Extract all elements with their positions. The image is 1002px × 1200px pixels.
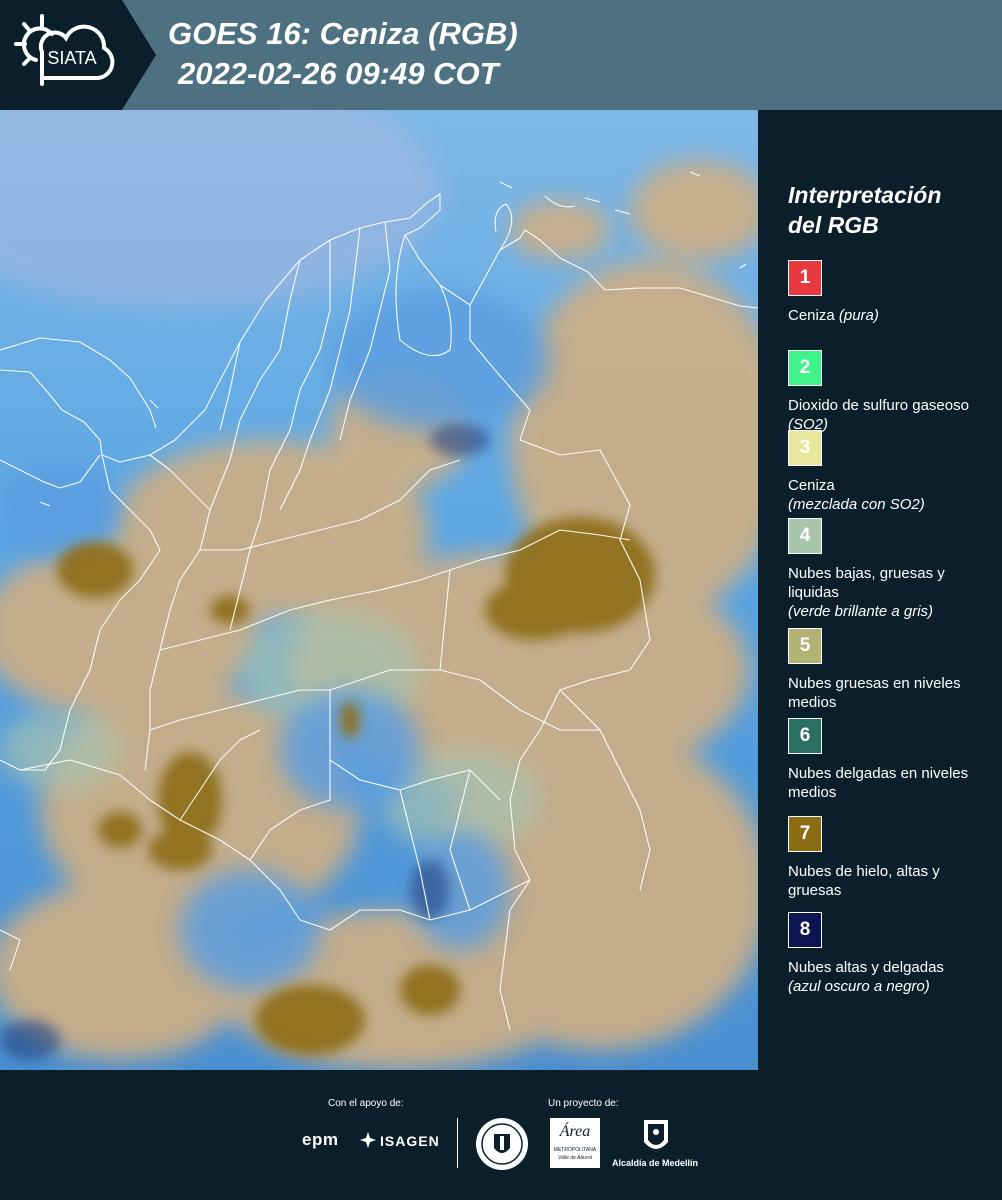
legend-label-note: (verde brillante a gris) — [788, 603, 934, 620]
legend-label-text: Ceniza — [788, 307, 839, 324]
legend-item: 3 Ceniza (mezclada con SO2) — [788, 430, 993, 514]
legend-label: Nubes gruesas en niveles medios — [788, 674, 993, 712]
legend-title-line-2: del RGB — [788, 212, 879, 238]
university-seal-icon — [476, 1118, 528, 1170]
title-block: GOES 16: Ceniza (RGB) 2022-02-26 09:49 C… — [168, 14, 518, 94]
legend-swatch: 8 — [788, 912, 822, 948]
legend-label-note: (azul oscuro a negro) — [788, 978, 930, 995]
area-logo-valle: Valle de Aburrá — [557, 1155, 593, 1161]
legend-label-text: Dioxido de sulfuro gaseoso — [788, 397, 969, 414]
legend-item: 5 Nubes gruesas en niveles medios — [788, 628, 993, 712]
legend-label-text: Ceniza — [788, 477, 835, 494]
legend-panel: Interpretación del RGB 1 Ceniza (pura) 2 Di… — [766, 110, 1002, 1070]
page-title: GOES 16: Ceniza (RGB) — [168, 16, 518, 51]
legend-swatch: 4 — [788, 518, 822, 554]
legend-label: Nubes de hielo, altas y gruesas — [788, 862, 993, 900]
satellite-map[interactable] — [0, 110, 758, 1070]
area-logo-sub: METROPOLITANA — [553, 1147, 597, 1153]
header-bar: SIATA GOES 16: Ceniza (RGB) 2022-02-26 0… — [0, 0, 1002, 110]
legend-label: Dioxido de sulfuro gaseoso (SO2) — [788, 396, 993, 434]
legend-item: 4 Nubes bajas, gruesas y liquidas (verde b… — [788, 518, 993, 621]
legend-label: Nubes altas y delgadas (azul oscuro a neg… — [788, 958, 993, 996]
legend-swatch: 6 — [788, 718, 822, 754]
legend-label-text: Nubes gruesas en niveles medios — [788, 675, 961, 711]
isagen-logo: ISAGEN — [380, 1133, 440, 1149]
legend-swatch: 2 — [788, 350, 822, 386]
legend-item: 7 Nubes de hielo, altas y gruesas — [788, 816, 993, 900]
area-metropolitana-logo: Área METROPOLITANA Valle de Aburrá — [550, 1118, 600, 1168]
legend-label-text: Nubes bajas, gruesas y liquidas — [788, 565, 945, 601]
legend-label-text: Nubes altas y delgadas — [788, 959, 944, 976]
legend-swatch: 3 — [788, 430, 822, 466]
legend-label-text: Nubes delgadas en niveles medios — [788, 765, 969, 801]
isagen-star-icon — [360, 1132, 376, 1148]
area-logo-main: Área — [559, 1123, 591, 1140]
footer-divider — [457, 1118, 458, 1168]
project-label: Un proyecto de: — [548, 1098, 619, 1109]
legend-swatch: 1 — [788, 260, 822, 296]
page-datetime: 2022-02-26 09:49 COT — [178, 56, 499, 91]
alcaldia-logo-text: Alcaldía de Medellín — [612, 1158, 699, 1168]
legend-label: Ceniza (mezclada con SO2) — [788, 476, 993, 514]
epm-logo: epm — [302, 1130, 339, 1149]
legend-label-note: (mezclada con SO2) — [788, 496, 925, 513]
siata-sun-cloud-icon: SIATA — [14, 14, 115, 86]
logo-panel: SIATA — [0, 0, 156, 110]
legend-swatch: 7 — [788, 816, 822, 852]
legend-title-line-1: Interpretación — [788, 182, 942, 208]
legend-label: Nubes bajas, gruesas y liquidas (verde br… — [788, 564, 993, 621]
legend-item: 1 Ceniza (pura) — [788, 260, 993, 325]
footer: Con el apoyo de: Un proyecto de: epm ISA… — [0, 1070, 1002, 1200]
support-label: Con el apoyo de: — [328, 1098, 404, 1109]
legend-label: Ceniza (pura) — [788, 306, 993, 325]
legend-item: 8 Nubes altas y delgadas (azul oscuro a ne… — [788, 912, 993, 996]
logo-text: SIATA — [47, 48, 96, 68]
legend-title: Interpretación del RGB — [788, 180, 998, 240]
legend-swatch: 5 — [788, 628, 822, 664]
legend-label-note: (pura) — [838, 307, 879, 324]
alcaldia-shield-icon — [644, 1120, 668, 1149]
legend-item: 6 Nubes delgadas en niveles medios — [788, 718, 993, 802]
legend-label-text: Nubes de hielo, altas y gruesas — [788, 863, 940, 899]
legend-label: Nubes delgadas en niveles medios — [788, 764, 993, 802]
map-imagery — [0, 110, 758, 1070]
legend-item: 2 Dioxido de sulfuro gaseoso (SO2) — [788, 350, 993, 434]
